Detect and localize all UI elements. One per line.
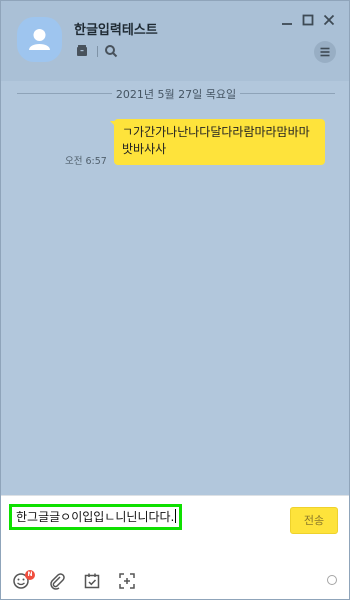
- new-badge: N: [25, 570, 35, 580]
- send-button[interactable]: 전송: [290, 507, 338, 534]
- header-divider: [97, 46, 98, 57]
- composer: 한그글글ㅇ이입입ㄴ니닌니다다. 전송 N: [1, 495, 349, 599]
- message-time: 오전 6:57: [65, 156, 107, 167]
- attach-icon[interactable]: [48, 572, 66, 590]
- calendar-check-icon[interactable]: [83, 572, 101, 590]
- date-separator: 2021년 5월 27일 목요일: [17, 85, 335, 103]
- message-bubble[interactable]: ㄱ가간가나난나다달다라람마라맘바마밧바사사: [114, 119, 325, 165]
- folder-icon[interactable]: [75, 44, 89, 58]
- menu-icon: [320, 47, 330, 57]
- message-input-text: 한그글글ㅇ이입입ㄴ니닌니다다.: [16, 510, 175, 524]
- option-circle-icon[interactable]: [327, 575, 337, 585]
- date-label: 2021년 5월 27일 목요일: [111, 88, 241, 101]
- close-icon[interactable]: [322, 13, 336, 27]
- maximize-icon[interactable]: [301, 13, 315, 27]
- text-caret: [175, 509, 177, 523]
- person-icon: [29, 29, 50, 50]
- message-input[interactable]: 한그글글ㅇ이입입ㄴ니닌니다다.: [9, 504, 182, 530]
- chat-window: 한글입력테스트 2021년 5월 27일 목요일 오전 6:57 ㄱ가간가나난나…: [0, 0, 350, 600]
- menu-button[interactable]: [314, 41, 336, 63]
- minimize-icon[interactable]: [280, 13, 294, 27]
- capture-icon[interactable]: [118, 572, 136, 590]
- profile-avatar[interactable]: [17, 17, 62, 62]
- chat-header: 한글입력테스트: [1, 1, 349, 81]
- search-icon[interactable]: [104, 44, 118, 58]
- chat-room-title: 한글입력테스트: [74, 23, 158, 38]
